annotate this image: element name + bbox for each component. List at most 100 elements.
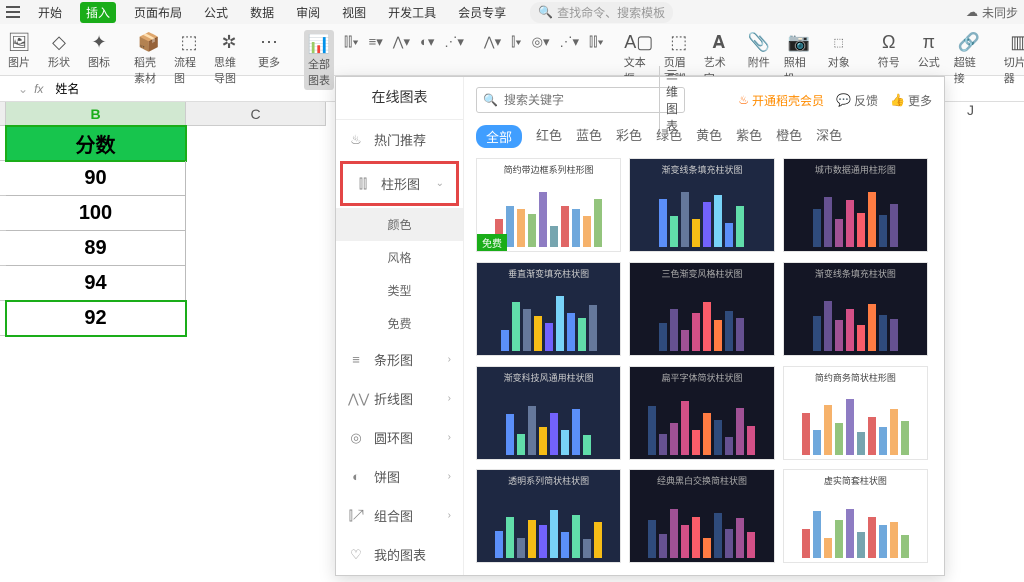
rb-icon[interactable]: ✦图标 [84, 30, 114, 70]
filter-orange[interactable]: 橙色 [776, 125, 802, 148]
filter-all[interactable]: 全部 [476, 125, 522, 148]
cat-pie[interactable]: ◐ 饼图 › [336, 457, 463, 496]
thumb-title: 虚实简套柱状图 [824, 474, 887, 487]
cell-value[interactable]: 100 [6, 196, 186, 231]
feedback-link[interactable]: 💬反馈 [836, 92, 878, 109]
chart-thumb[interactable]: 简约商务简状柱形图 [783, 366, 928, 460]
rb-docer[interactable]: 📦稻壳素材 [134, 30, 164, 86]
thumb-title: 简约商务简状柱形图 [815, 371, 896, 384]
col-header-J[interactable]: J [967, 102, 974, 118]
filter-red[interactable]: 红色 [536, 125, 562, 148]
ribbon: 🖼图片 ◇形状 ✦图标 📦稻壳素材 ⬚流程图 ✲思维导图 ⋯更多 📊全部图表 ⫿… [0, 24, 1024, 76]
chart-search-input[interactable] [504, 93, 659, 107]
cat-mycharts[interactable]: ♡ 我的图表 [336, 535, 463, 574]
chart-thumb[interactable]: 渐变线条填充柱状图 [783, 262, 928, 356]
fx-label[interactable]: fx [34, 82, 43, 96]
more-link[interactable]: 👍更多 [890, 92, 932, 109]
tab-layout[interactable]: 页面布局 [130, 2, 186, 23]
chart-thumbnails: 简约带边框系列柱形图免费渐变线条填充柱状图城市数据通用柱形图垂直渐变填充柱状图三… [476, 158, 932, 565]
rb-symbol[interactable]: Ω符号 [874, 30, 904, 70]
tab-view[interactable]: 视图 [338, 2, 370, 23]
rb-allcharts[interactable]: 📊全部图表 [304, 30, 334, 90]
sub-style[interactable]: 风格 [336, 241, 463, 274]
chevron-right-icon: › [448, 393, 451, 404]
rb-mindmap[interactable]: ✲思维导图 [214, 30, 244, 86]
col-header-B[interactable]: B [6, 102, 186, 126]
main-tabbar: 开始 插入 页面布局 公式 数据 审阅 视图 开发工具 会员专享 🔍 查找命令、… [0, 0, 1024, 24]
cell-value[interactable]: 94 [6, 266, 186, 301]
filter-blue[interactable]: 蓝色 [576, 125, 602, 148]
cell-header[interactable]: 分数 [6, 126, 186, 161]
hamburger-icon[interactable] [6, 6, 20, 18]
chart-thumb[interactable]: 渐变科技风通用柱状图 [476, 366, 621, 460]
sub-color[interactable]: 颜色 [336, 208, 463, 241]
filter-purple[interactable]: 紫色 [736, 125, 762, 148]
thumb-title: 三色渐变风格柱状图 [661, 267, 742, 280]
chart-thumb[interactable]: 城市数据通用柱形图 [783, 158, 928, 252]
combo-icon: ⫿↗ [348, 508, 364, 524]
cell-value[interactable]: 90 [6, 161, 186, 196]
chart-search[interactable]: 🔍 三维图表 [476, 87, 685, 113]
col-header-C[interactable]: C [186, 102, 326, 126]
cat-ring[interactable]: ◎ 圆环图 › [336, 418, 463, 457]
chart-thumb[interactable]: 三色渐变风格柱状图 [629, 262, 774, 356]
tab-vip[interactable]: 会员专享 [454, 2, 510, 23]
cell-value[interactable]: 92 [6, 301, 186, 336]
tab-data[interactable]: 数据 [246, 2, 278, 23]
cat-combo[interactable]: ⫿↗ 组合图 › [336, 496, 463, 535]
filter-dark[interactable]: 深色 [816, 125, 842, 148]
tab-formula[interactable]: 公式 [200, 2, 232, 23]
rb-hyperlink[interactable]: 🔗超链接 [954, 30, 984, 86]
chart-thumb[interactable]: 透明系列简状柱状图 [476, 469, 621, 563]
cat-hot[interactable]: ♨ 热门推荐 [336, 120, 463, 159]
command-search[interactable]: 🔍 查找命令、搜索模板 [530, 2, 673, 23]
rb-object[interactable]: ⬚对象 [824, 30, 854, 70]
search-tag[interactable]: 三维图表 [659, 66, 684, 134]
mini-chart-icons2[interactable]: ⋀▾⫿▾◎▾⋰▾⫿⫿▾ [484, 30, 604, 54]
more-icon: 👍 [890, 93, 905, 107]
chart-thumb[interactable]: 经典黑白交换简柱状图 [629, 469, 774, 563]
filter-colorful[interactable]: 彩色 [616, 125, 642, 148]
chart-gallery: 🔍 三维图表 ♨开通稻壳会员 💬反馈 👍更多 全部 红色 蓝色 彩色 绿色 黄色… [464, 77, 944, 575]
xy-icon: ⋰▾ [444, 34, 464, 50]
sub-type[interactable]: 类型 [336, 274, 463, 307]
rb-slicer[interactable]: ▥切片器 [1004, 30, 1024, 86]
rb-attachment[interactable]: 📎附件 [744, 30, 774, 70]
cell-value[interactable]: 89 [6, 231, 186, 266]
thumb-bars [641, 282, 763, 351]
chart-thumb[interactable]: 扁平字体简状柱状图 [629, 366, 774, 460]
vip-link[interactable]: ♨开通稻壳会员 [738, 92, 824, 109]
cat-bar[interactable]: ⫿⫿ 柱形图 ⌄ [340, 161, 459, 206]
sub-free[interactable]: 免费 [336, 307, 463, 340]
rb-more[interactable]: ⋯更多 [254, 30, 284, 70]
fire-icon: ♨ [738, 93, 749, 107]
tab-devtools[interactable]: 开发工具 [384, 2, 440, 23]
chart-thumb[interactable]: 垂直渐变填充柱状图 [476, 262, 621, 356]
rb-picture[interactable]: 🖼图片 [4, 30, 34, 70]
dropdown-icon[interactable]: ⌄ [18, 82, 28, 96]
chevron-right-icon: › [448, 354, 451, 365]
chevron-right-icon: › [448, 471, 451, 482]
rb-shape[interactable]: ◇形状 [44, 30, 74, 70]
chart-thumb[interactable]: 简约带边框系列柱形图免费 [476, 158, 621, 252]
filter-green[interactable]: 绿色 [656, 125, 682, 148]
sync-status[interactable]: ☁ 未同步 [966, 4, 1018, 21]
filter-yellow[interactable]: 黄色 [696, 125, 722, 148]
mini-chart-icons[interactable]: ⫿⫿▾≡▾⋀▾◐▾⋰▾ [344, 30, 464, 54]
tab-insert[interactable]: 插入 [80, 2, 116, 23]
color-filter-row: 全部 红色 蓝色 彩色 绿色 黄色 紫色 橙色 深色 [476, 125, 932, 148]
rb-flowchart[interactable]: ⬚流程图 [174, 30, 204, 86]
rb-equation[interactable]: π公式 [914, 30, 944, 70]
tab-start[interactable]: 开始 [34, 2, 66, 23]
thumb-title: 渐变线条填充柱状图 [815, 267, 896, 280]
chevron-right-icon: › [448, 510, 451, 521]
chart-thumb[interactable]: 渐变线条填充柱状图 [629, 158, 774, 252]
cat-line[interactable]: ⋀⋁ 折线图 › [336, 379, 463, 418]
tab-review[interactable]: 审阅 [292, 2, 324, 23]
ring-icon: ◎ [348, 430, 364, 446]
chart-thumb[interactable]: 虚实简套柱状图 [783, 469, 928, 563]
thumb-title: 渐变科技风通用柱状图 [504, 371, 594, 384]
line-icon: ⋀⋁ [348, 391, 364, 407]
cat-hbar[interactable]: ≡ 条形图 › [336, 340, 463, 379]
formula-value: 姓名 [55, 80, 79, 97]
